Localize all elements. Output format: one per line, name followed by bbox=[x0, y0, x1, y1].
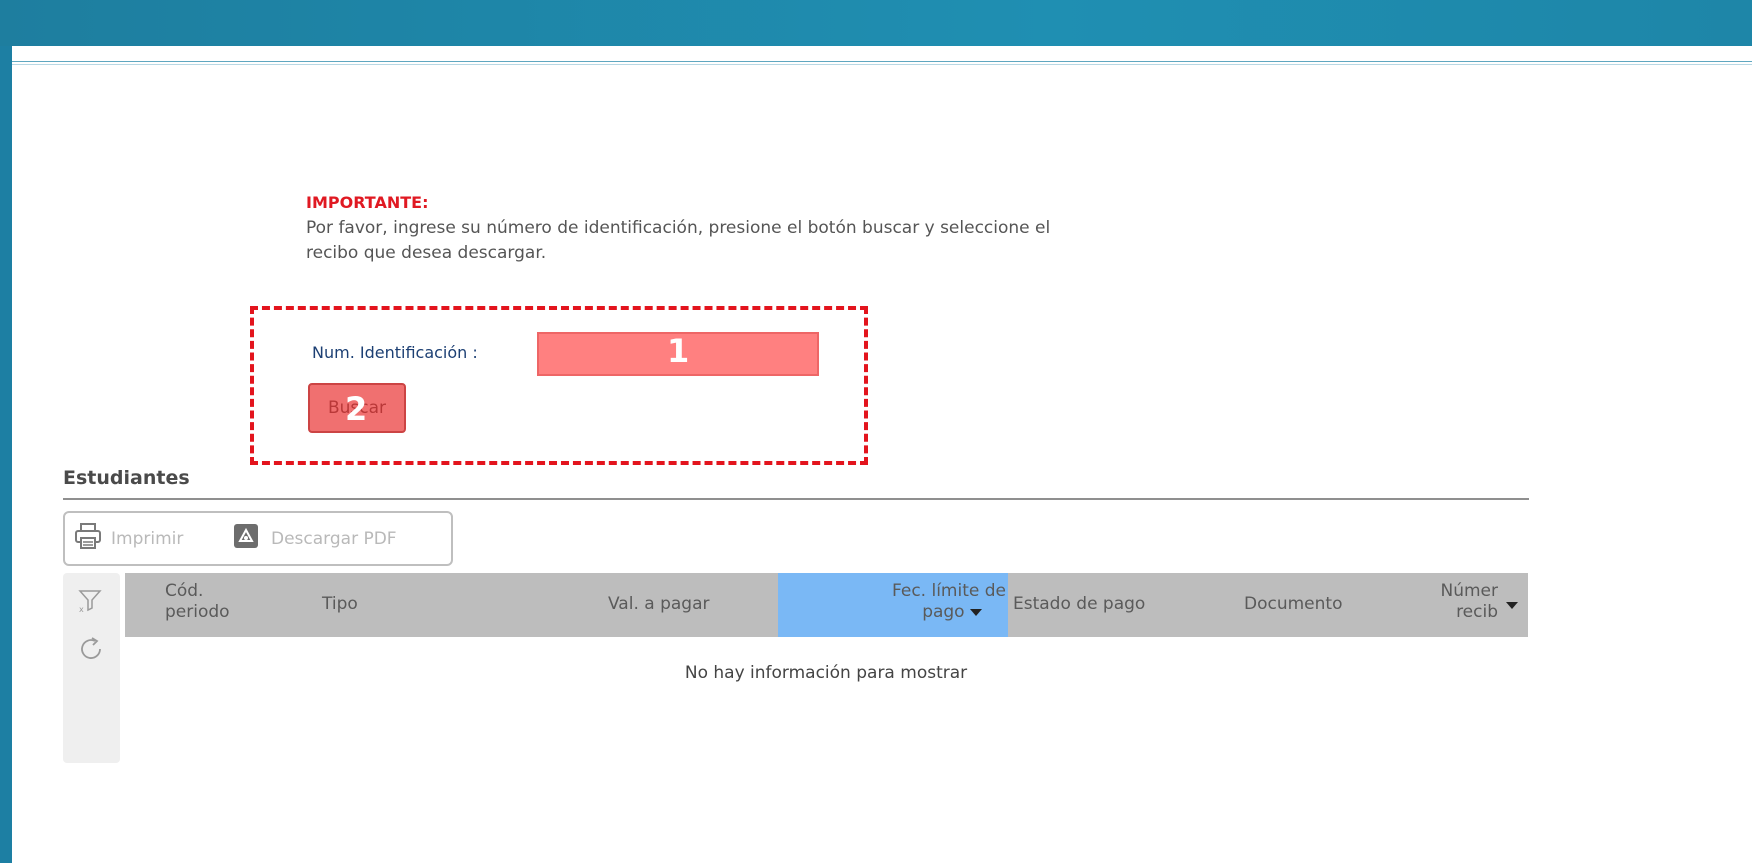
search-button-label: Buscar bbox=[327, 398, 387, 418]
column-header-periodo[interactable]: Cód. periodo bbox=[165, 581, 230, 623]
export-toolbar: Imprimir Descargar PDF bbox=[63, 511, 453, 566]
panel-divider bbox=[12, 61, 1752, 62]
column-header-tipo[interactable]: Tipo bbox=[322, 594, 358, 615]
print-label: Imprimir bbox=[111, 528, 184, 549]
section-divider bbox=[63, 498, 1529, 500]
empty-table-message: No hay información para mostrar bbox=[684, 663, 968, 683]
section-title: Estudiantes bbox=[63, 467, 190, 489]
column-header-estado[interactable]: Estado de pago bbox=[1013, 594, 1145, 615]
col-fecha-line2: pago bbox=[922, 602, 965, 622]
pdf-label: Descargar PDF bbox=[271, 528, 397, 549]
column-menu-icon[interactable] bbox=[1506, 602, 1518, 609]
top-header-bar bbox=[0, 0, 1752, 46]
column-header-valor[interactable]: Val. a pagar bbox=[608, 594, 710, 615]
instructions-line-2: recibo que desea descargar. bbox=[306, 243, 547, 263]
clear-filter-icon[interactable]: x bbox=[77, 587, 103, 617]
identification-input[interactable] bbox=[537, 332, 819, 376]
col-numero-line2: recib bbox=[1456, 602, 1498, 622]
col-periodo-line1: Cód. bbox=[165, 581, 204, 601]
column-header-numero-recibo[interactable]: Númer recib bbox=[1420, 581, 1499, 623]
col-periodo-line2: periodo bbox=[165, 602, 230, 622]
panel-divider-secondary bbox=[12, 64, 1752, 65]
download-pdf-button[interactable]: Descargar PDF bbox=[233, 513, 397, 564]
sort-desc-icon bbox=[970, 608, 982, 616]
column-header-documento[interactable]: Documento bbox=[1244, 594, 1342, 615]
id-label: Num. Identificación : bbox=[312, 343, 478, 362]
column-header-fecha-limite[interactable]: Fec. límite de pago bbox=[780, 581, 1006, 623]
col-fecha-line2-wrap: pago bbox=[780, 602, 1006, 623]
search-button[interactable]: Buscar bbox=[308, 383, 406, 433]
important-title: IMPORTANTE: bbox=[306, 193, 429, 212]
col-numero-line1: Númer bbox=[1440, 581, 1499, 601]
print-button[interactable]: Imprimir bbox=[73, 513, 183, 564]
important-instructions: Por favor, ingrese su número de identifi… bbox=[306, 216, 1286, 266]
instructions-line-1: Por favor, ingrese su número de identifi… bbox=[306, 218, 1051, 238]
pdf-icon bbox=[233, 523, 259, 554]
printer-icon bbox=[73, 521, 103, 556]
svg-text:x: x bbox=[79, 605, 84, 613]
col-fecha-line1: Fec. límite de bbox=[892, 581, 1006, 601]
